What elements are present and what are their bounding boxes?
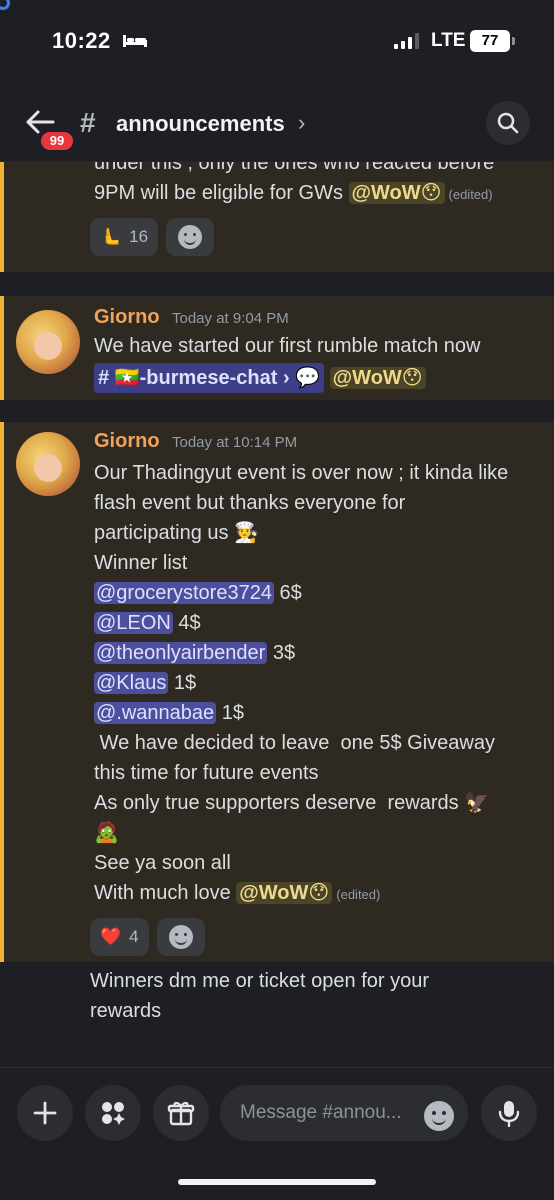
- chevron-right-icon[interactable]: ›: [298, 110, 305, 136]
- heart-emoji: ❤️: [100, 927, 122, 946]
- user-mention[interactable]: @theonlyairbender: [94, 642, 268, 664]
- winner-row: @.wannabae 1$: [94, 702, 244, 724]
- user-mention[interactable]: @WoW😯: [348, 182, 445, 204]
- gift-icon: [167, 1101, 195, 1126]
- search-icon: [497, 112, 519, 134]
- reaction-bar: 🫷 16: [90, 218, 215, 256]
- author-name[interactable]: Giorno: [94, 430, 160, 453]
- author-name[interactable]: Giorno: [94, 306, 160, 329]
- timestamp: Today at 9:04 PM: [172, 310, 289, 327]
- reaction-pill[interactable]: 🫷 16: [90, 218, 159, 256]
- user-mention[interactable]: @WoW😯: [236, 882, 333, 904]
- smile-icon: [168, 925, 193, 949]
- battery-icon: 77: [470, 30, 515, 52]
- plus-icon: [33, 1101, 57, 1125]
- message-item: Giorno Today at 9:04 PM We have started …: [0, 296, 554, 400]
- voice-message-button[interactable]: [481, 1085, 537, 1141]
- status-bar: 10:22 LTE 77: [0, 0, 554, 80]
- unread-badge: 99: [38, 129, 76, 153]
- chef-emoji: 🧑‍🍳: [234, 522, 259, 544]
- message-text: Winners dm me or ticket open for your re…: [90, 970, 430, 1022]
- gift-button[interactable]: [153, 1085, 209, 1141]
- smile-icon: [178, 225, 203, 249]
- hand-emoji: 🫷: [100, 227, 122, 246]
- clock: 10:22: [52, 28, 111, 53]
- user-mention[interactable]: @grocerystore3724: [94, 582, 274, 604]
- message-text: under this ; only the ones who reacted b…: [94, 162, 495, 204]
- channel-hash-icon: #: [80, 107, 96, 138]
- add-reaction-button[interactable]: [156, 918, 205, 956]
- apps-button[interactable]: [85, 1085, 141, 1141]
- user-mention[interactable]: @LEON: [94, 612, 173, 634]
- microphone-icon: [498, 1101, 520, 1127]
- reaction-count: 4: [129, 927, 139, 946]
- user-mention[interactable]: @Klaus: [94, 672, 169, 694]
- add-reaction-button[interactable]: [166, 218, 215, 256]
- chat-bubble-icon: 💬: [295, 367, 321, 389]
- winner-row: @Klaus 1$: [94, 672, 197, 694]
- network-type: LTE: [431, 30, 466, 51]
- reaction-pill[interactable]: ❤️ 4: [90, 918, 149, 956]
- corner-indicator-icon: [0, 0, 10, 10]
- wow-emoji: 😯: [401, 367, 423, 389]
- avatar[interactable]: [16, 310, 80, 374]
- edited-label: (edited): [448, 187, 493, 202]
- message-item: under this ; only the ones who reacted b…: [0, 162, 554, 272]
- channel-title[interactable]: announcements: [116, 111, 285, 137]
- home-indicator[interactable]: [178, 1179, 376, 1185]
- avatar[interactable]: [16, 432, 80, 496]
- add-attachment-button[interactable]: [17, 1085, 73, 1141]
- winner-row: @LEON 4$: [94, 612, 201, 634]
- reaction-bar: ❤️ 4: [90, 918, 205, 956]
- search-button[interactable]: [486, 101, 530, 145]
- rewards-emoji: 🦅: [464, 792, 490, 814]
- timestamp: Today at 10:14 PM: [172, 434, 298, 451]
- channel-link[interactable]: # 🇲🇲-burmese-chat › 💬: [94, 363, 325, 393]
- message-text: We have started our first rumble match n…: [94, 331, 480, 393]
- emoji-picker-icon[interactable]: [424, 1101, 454, 1131]
- wow-emoji: 😯: [420, 182, 442, 204]
- wow-emoji: 😯: [308, 882, 330, 904]
- channel-header: 99 # announcements ›: [0, 80, 554, 162]
- message-item: Giorno Today at 10:14 PM Our Thadingyut …: [0, 422, 554, 962]
- signal-icon: [394, 33, 419, 49]
- edited-label: (edited): [336, 887, 381, 902]
- sleep-mode-icon: [123, 35, 147, 47]
- winner-row: @theonlyairbender 3$: [94, 642, 296, 664]
- message-text: Our Thadingyut event is over now ; it ki…: [94, 462, 509, 904]
- user-mention[interactable]: @.wannabae: [94, 702, 217, 724]
- message-feed[interactable]: under this ; only the ones who reacted b…: [0, 162, 554, 1067]
- sparkle-apps-icon: [102, 1102, 125, 1125]
- hulk-emoji: 🧟: [94, 822, 119, 844]
- winner-row: @grocerystore3724 6$: [94, 582, 302, 604]
- user-mention[interactable]: @WoW😯: [329, 367, 426, 389]
- reaction-count: 16: [129, 227, 149, 246]
- myanmar-flag-icon: 🇲🇲: [114, 367, 140, 389]
